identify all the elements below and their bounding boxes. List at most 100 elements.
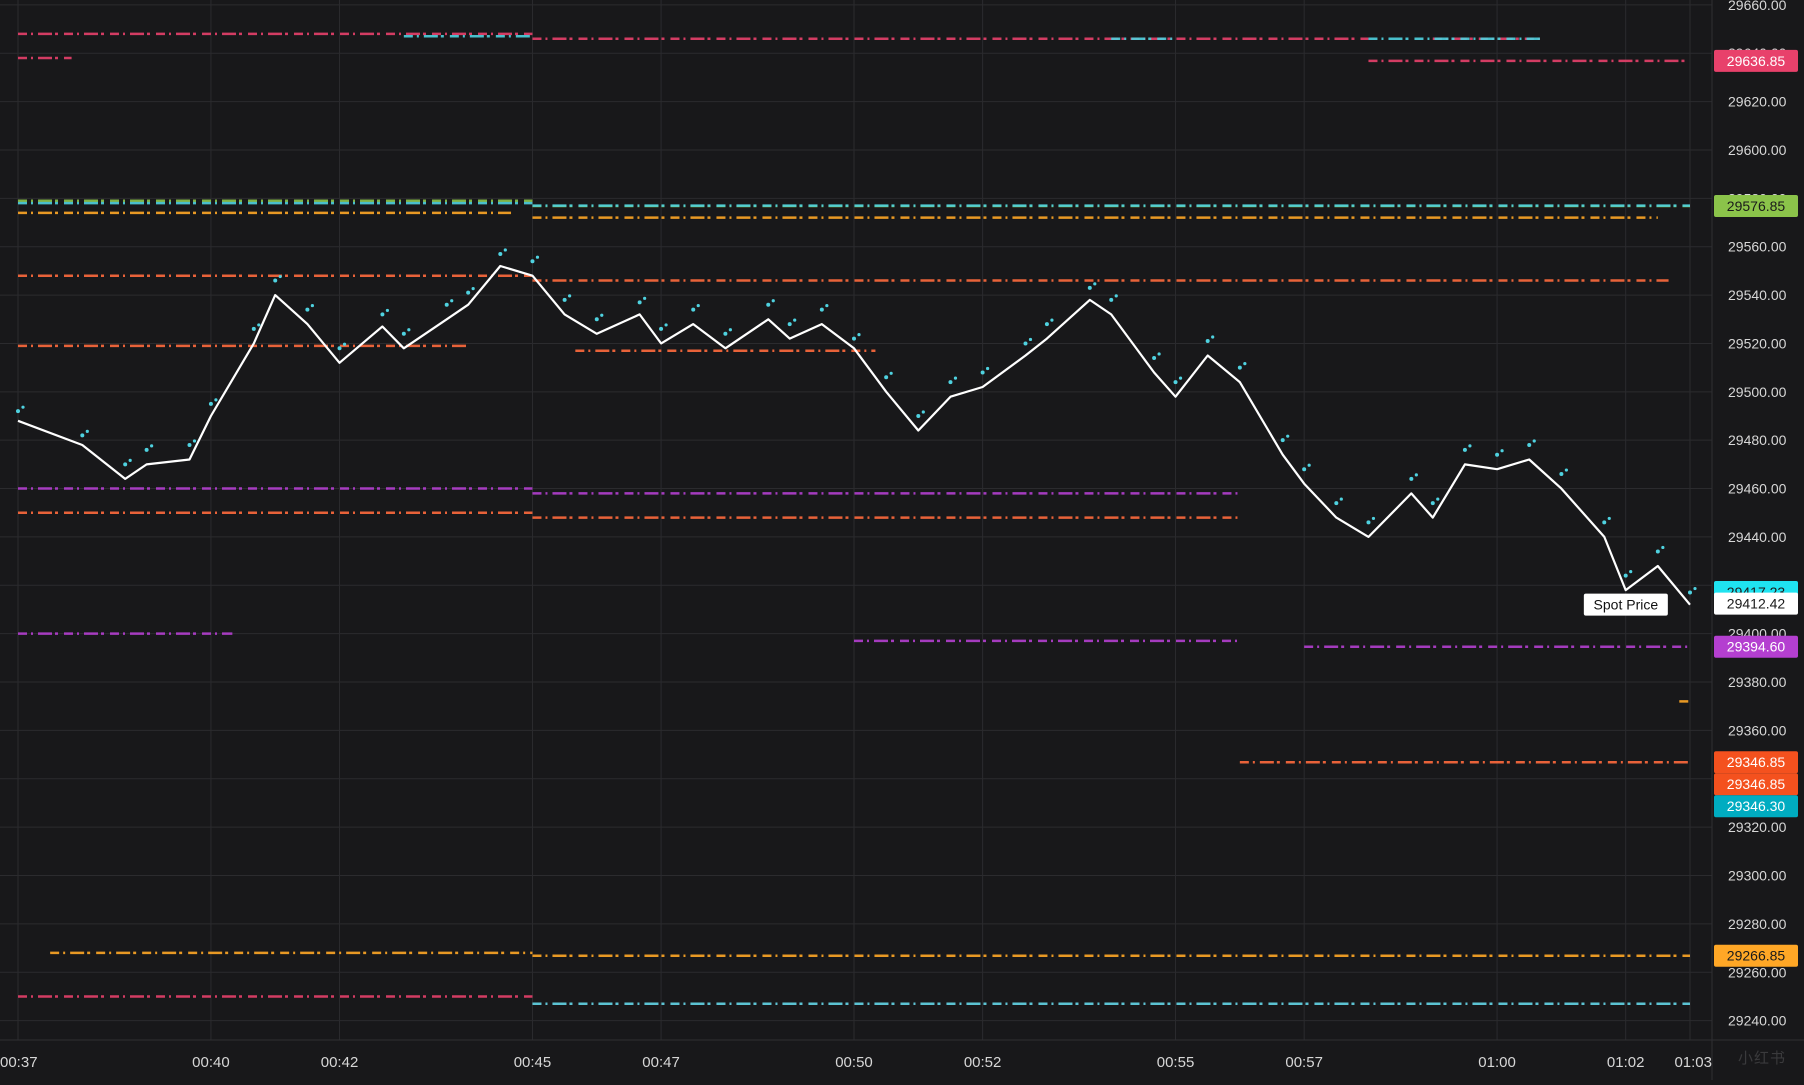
tick-dot <box>664 323 668 327</box>
tick-dot <box>921 410 925 414</box>
tick-dot <box>21 405 25 409</box>
price-label: 29636.85 <box>1714 49 1798 72</box>
tick-dot <box>1468 444 1472 448</box>
price-label-text: 29576.85 <box>1727 198 1786 214</box>
tick-dot <box>80 433 85 438</box>
tick-dot <box>728 328 732 332</box>
tick-dot <box>1109 297 1114 302</box>
tick-dot <box>594 317 599 322</box>
x-tick-label: 00:40 <box>192 1054 230 1071</box>
tick-dot <box>600 313 604 317</box>
price-label-text: 29266.85 <box>1727 948 1786 964</box>
y-tick-label: 29380.00 <box>1728 674 1787 690</box>
tick-dot <box>1023 341 1028 346</box>
series-layer <box>16 248 1697 606</box>
tick-dot <box>1334 501 1339 506</box>
tick-dot <box>1366 520 1371 525</box>
price-label-text: 29346.85 <box>1727 754 1786 770</box>
tick-dot <box>380 312 385 317</box>
tick-dot <box>466 290 471 295</box>
tick-dot <box>150 444 154 448</box>
price-label: 29346.85 <box>1714 751 1798 774</box>
tick-dot <box>1661 545 1665 550</box>
tick-dot <box>948 380 953 385</box>
tick-dot <box>1157 352 1161 356</box>
tick-dot <box>1371 516 1376 521</box>
tick-dot <box>1430 501 1435 506</box>
tick-dot <box>825 303 829 308</box>
tick-dot <box>568 294 572 298</box>
tick-dot <box>1527 443 1532 448</box>
tick-dot <box>723 331 728 336</box>
tick-dot <box>530 259 535 264</box>
tick-dot <box>1114 294 1118 298</box>
tick-dot <box>793 318 797 322</box>
tick-dot <box>535 255 540 259</box>
price-label: 29266.85 <box>1714 944 1798 967</box>
price-chart[interactable]: Spot Price 29240.00 29260.00 29280.00 29300… <box>0 0 1804 1080</box>
chart-canvas[interactable]: Spot Price 29240.0029260.0029280.0029300… <box>0 0 1804 1080</box>
x-tick-label: 00:42 <box>321 1054 359 1071</box>
tick-dot <box>342 342 347 346</box>
tick-dot <box>305 307 310 312</box>
tick-dot <box>444 302 449 307</box>
tick-dot <box>187 443 192 448</box>
tick-dot <box>401 331 406 336</box>
tick-dot <box>1302 467 1307 472</box>
tick-dot <box>1462 447 1467 452</box>
y-axis[interactable]: 29240.0029260.0029280.0029300.0029320.00… <box>1728 0 1787 1029</box>
tick-dot <box>787 322 792 327</box>
price-label: 29412.42 <box>1714 592 1798 615</box>
tick-dot <box>980 370 985 375</box>
tick-dot <box>1688 590 1692 595</box>
tick-dot <box>1087 285 1092 290</box>
price-label: 29346.85 <box>1714 773 1798 796</box>
y-tick-label: 29600.00 <box>1728 142 1787 158</box>
tick-dot <box>208 401 213 406</box>
tick-dot <box>562 297 567 302</box>
tick-dot <box>278 274 282 279</box>
tick-dot <box>1152 355 1157 360</box>
tick-dot <box>1339 497 1343 501</box>
tick-dot <box>503 248 507 252</box>
tick-dot <box>852 336 856 341</box>
x-tick-label: 01:03 <box>1674 1054 1712 1071</box>
x-tick-label: 00:57 <box>1285 1054 1323 1071</box>
tick-dot <box>471 287 475 291</box>
tick-dot <box>1532 439 1536 443</box>
x-tick-label: 00:52 <box>964 1054 1002 1071</box>
price-label: 29346.30 <box>1714 795 1798 818</box>
price-label-text: 29636.85 <box>1727 53 1786 69</box>
tick-dot <box>385 308 390 313</box>
x-axis[interactable]: 00:37 00:40 00:42 00:45 00:47 00:50 00:52 00:55… <box>0 1054 1712 1071</box>
tick-dot <box>1607 516 1611 521</box>
tick-dot <box>771 299 775 303</box>
y-tick-label: 29320.00 <box>1728 819 1787 835</box>
y-tick-label: 29560.00 <box>1728 239 1787 255</box>
watermark-logo: 小红书 <box>1737 1050 1786 1067</box>
y-tick-label: 29240.00 <box>1728 1013 1787 1029</box>
tick-dot <box>1028 337 1033 342</box>
tick-dot <box>1286 434 1290 438</box>
y-tick-label: 29660.00 <box>1728 0 1787 13</box>
tick-dot <box>696 303 700 308</box>
tick-dot <box>1044 322 1049 327</box>
tick-dot <box>144 447 149 452</box>
x-tick-label: 00:55 <box>1157 1054 1195 1071</box>
price-label: 29394.60 <box>1714 635 1798 658</box>
tick-dot <box>450 299 454 303</box>
tick-dot <box>85 429 89 433</box>
tick-dot <box>1495 452 1500 457</box>
tick-dot <box>498 251 503 256</box>
tick-dot <box>1564 468 1568 472</box>
y-tick-label: 29540.00 <box>1728 287 1787 303</box>
tick-dot <box>1211 335 1215 339</box>
tick-dot <box>1050 318 1054 322</box>
price-label-text: 29394.60 <box>1727 639 1786 655</box>
tick-dot <box>1237 365 1242 370</box>
tick-dot <box>337 346 342 351</box>
grid-lines <box>0 0 1804 1080</box>
tick-dot <box>637 300 642 305</box>
tick-dot <box>857 333 861 337</box>
price-label-text: 29346.85 <box>1727 776 1786 792</box>
